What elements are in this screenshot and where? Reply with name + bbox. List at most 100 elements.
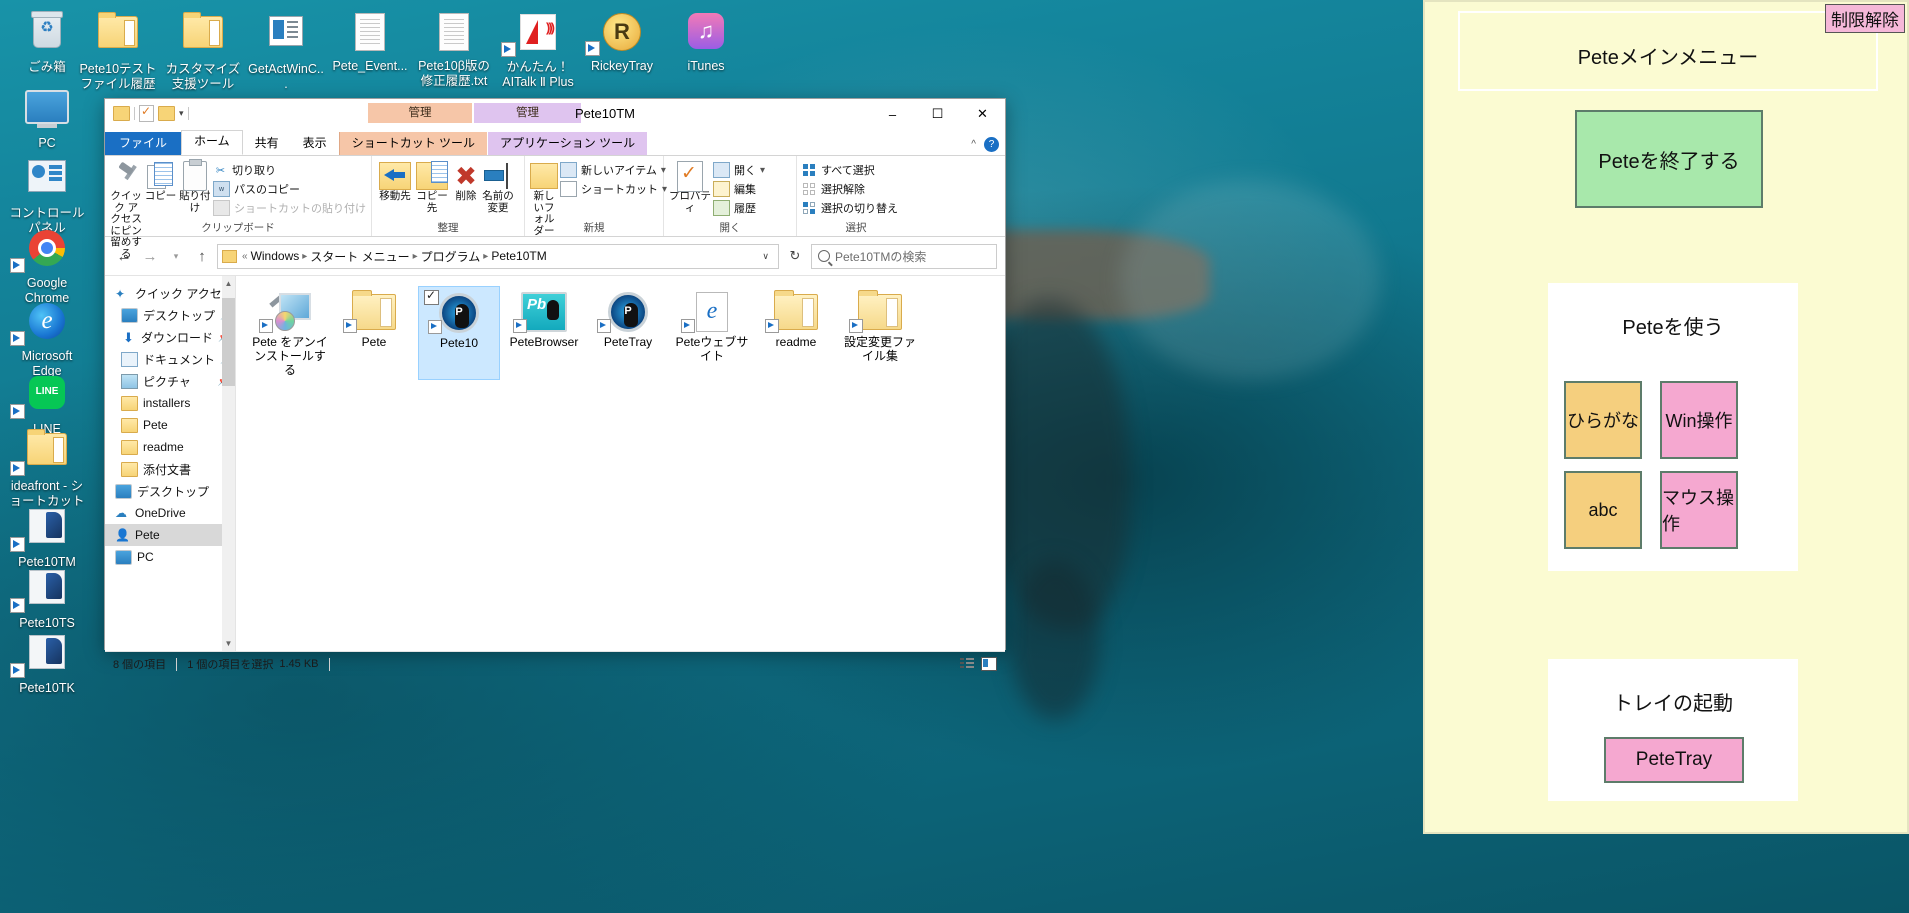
window-controls[interactable]: – ☐ ✕	[870, 99, 1005, 129]
paste-shortcut-button[interactable]: ショートカットの貼り付け	[212, 200, 366, 216]
breadcrumb-item-startmenu[interactable]: スタート メニュー	[310, 248, 409, 265]
open-button[interactable]: 開く ▾	[713, 162, 765, 178]
ribbon[interactable]: クイック アクセスにピン留めする コピー 貼り付け ✂ 切り取り w パスのコピ…	[105, 156, 1005, 259]
tab-share[interactable]: 共有	[243, 132, 291, 155]
view-mode-buttons[interactable]	[959, 657, 997, 671]
properties-button[interactable]: プロパティ	[669, 159, 711, 214]
up-button[interactable]: ↑	[191, 245, 213, 267]
nav-item-7[interactable]: readme	[105, 436, 235, 458]
file-item-0[interactable]: Pete をアンインストールする	[250, 286, 330, 380]
rename-button[interactable]: 名前の変更	[481, 159, 515, 214]
qat-folder-icon[interactable]	[113, 105, 130, 121]
navigation-pane[interactable]: ✦クイック アクセスデスクトップ📌⬇ダウンロード📌ドキュメント📌ピクチャ📌 ins…	[105, 276, 236, 651]
desktop-icon-3[interactable]: GetActWinC...	[247, 8, 325, 91]
file-item-4[interactable]: P PeteTray	[588, 286, 668, 380]
nav-item-2[interactable]: ⬇ダウンロード📌	[105, 326, 235, 348]
navigation-scrollbar[interactable]: ▲ ▼	[222, 276, 235, 651]
desktop-icon-0[interactable]: ごみ箱	[8, 8, 86, 75]
copy-button[interactable]: コピー	[144, 159, 176, 203]
window-title-bar[interactable]: 管理 管理 ▾ Pete10TM – ☐ ✕	[105, 99, 1005, 131]
nav-item-8[interactable]: 添付文書	[105, 458, 235, 480]
address-bar[interactable]: « Windows ▸ スタート メニュー ▸ プログラム ▸ Pete10TM…	[217, 243, 779, 269]
navigation-list[interactable]: ✦クイック アクセスデスクトップ📌⬇ダウンロード📌ドキュメント📌ピクチャ📌 ins…	[105, 276, 235, 568]
delete-button[interactable]: ✖ 削除	[451, 159, 481, 203]
quick-access-toolbar[interactable]: ▾	[113, 103, 189, 123]
search-box[interactable]: Pete10TMの検索	[811, 243, 997, 269]
nav-item-0[interactable]: ✦ クイック アクセス	[105, 282, 235, 304]
select-none-button[interactable]: 選択解除	[802, 181, 898, 197]
file-item-3[interactable]: Pb PeteBrowser	[504, 286, 584, 380]
edit-button[interactable]: 編集	[713, 181, 765, 197]
new-item-button[interactable]: 新しいアイテム ▾	[560, 162, 667, 178]
qat-chevron-down-icon[interactable]: ▾	[179, 108, 184, 119]
breadcrumb[interactable]: « Windows ▸ スタート メニュー ▸ プログラム ▸ Pete10TM	[242, 248, 757, 265]
select-all-button[interactable]: すべて選択	[802, 162, 898, 178]
nav-item-9[interactable]: デスクトップ	[105, 480, 235, 502]
chevron-down-icon-open[interactable]: ▾	[760, 165, 765, 176]
history-button[interactable]: 履歴	[713, 200, 765, 216]
tab-home[interactable]: ホーム	[181, 130, 243, 155]
nav-item-1[interactable]: デスクトップ📌	[105, 304, 235, 326]
desktop-icon-2[interactable]: カスタマイズ支援ツール	[164, 8, 242, 91]
help-icon[interactable]: ?	[984, 137, 999, 152]
desktop-icon-17[interactable]: Pete10TK	[8, 628, 86, 696]
cut-button[interactable]: ✂ 切り取り	[213, 162, 366, 178]
qat-properties-icon[interactable]	[139, 104, 154, 122]
maximize-button[interactable]: ☐	[915, 99, 960, 129]
file-item-6[interactable]: readme	[756, 286, 836, 380]
unlock-restriction-button[interactable]: 制限解除	[1825, 4, 1905, 33]
scroll-up-icon[interactable]: ▲	[222, 276, 235, 291]
shortcut-button[interactable]: ショートカット ▾	[560, 181, 667, 197]
pete-main-menu-panel[interactable]: Peteメインメニュー 制限解除 Peteを終了する Peteを使う ひらがな …	[1423, 0, 1909, 834]
file-item-7[interactable]: 設定変更ファイル集	[840, 286, 920, 380]
desktop-icon-1[interactable]: Pete10テストファイル履歴	[79, 8, 157, 91]
address-chevron-down-icon[interactable]: ∨	[757, 251, 774, 262]
collapse-ribbon-icon[interactable]: ^	[971, 139, 976, 150]
copy-to-button[interactable]: コピー先	[413, 159, 451, 214]
win-operation-button[interactable]: Win操作	[1660, 381, 1738, 459]
paste-button[interactable]: 貼り付け	[179, 159, 211, 214]
desktop-icon-8[interactable]: iTunes	[667, 8, 745, 74]
file-item-5[interactable]: Peteウェブサイト	[672, 286, 752, 380]
nav-item-5[interactable]: installers	[105, 392, 235, 414]
abc-button[interactable]: abc	[1564, 471, 1642, 549]
desktop-icon-7[interactable]: RickeyTray	[583, 8, 661, 74]
scrollbar-thumb[interactable]	[222, 298, 235, 386]
tab-shortcut-tools[interactable]: ショートカット ツール	[338, 132, 488, 155]
breadcrumb-item-windows[interactable]: Windows	[251, 249, 300, 263]
close-button[interactable]: ✕	[960, 99, 1005, 129]
file-item-2[interactable]: PPete10	[418, 286, 500, 380]
quit-pete-button[interactable]: Peteを終了する	[1575, 110, 1763, 208]
breadcrumb-item-programs[interactable]: プログラム	[421, 248, 481, 265]
desktop-icon-12[interactable]: Microsoft Edge	[8, 298, 86, 378]
mouse-operation-button[interactable]: マウス操作	[1660, 471, 1738, 549]
tab-view[interactable]: 表示	[291, 132, 339, 155]
nav-item-10[interactable]: ☁ OneDrive	[105, 502, 235, 524]
desktop-icon-9[interactable]: PC	[8, 82, 86, 151]
desktop-icon-4[interactable]: Pete_Event...	[331, 8, 409, 74]
qat-new-folder-icon[interactable]	[158, 105, 175, 121]
breadcrumb-item-pete10tm[interactable]: Pete10TM	[491, 249, 546, 263]
minimize-button[interactable]: –	[870, 99, 915, 129]
scroll-down-icon[interactable]: ▼	[222, 636, 235, 651]
tab-file[interactable]: ファイル	[105, 132, 182, 155]
desktop-icon-14[interactable]: ideafront - ショートカット	[8, 425, 86, 508]
petetray-launch-button[interactable]: PeteTray	[1604, 737, 1744, 783]
refresh-icon[interactable]: ↻	[783, 245, 807, 268]
desktop-icon-6[interactable]: かんたん！AITalk Ⅱ Plus	[499, 8, 577, 89]
invert-selection-button[interactable]: 選択の切り替え	[802, 200, 898, 216]
move-to-button[interactable]: 移動先	[377, 159, 413, 203]
nav-item-3[interactable]: ドキュメント📌	[105, 348, 235, 370]
ribbon-controls[interactable]: ^ ?	[971, 137, 999, 152]
nav-item-4[interactable]: ピクチャ📌	[105, 370, 235, 392]
pin-to-quick-access-button[interactable]: クイック アクセスにピン留めする	[110, 159, 142, 260]
details-view-button[interactable]	[959, 657, 975, 671]
tab-application-tools[interactable]: アプリケーション ツール	[487, 132, 648, 155]
large-icons-view-button[interactable]	[981, 657, 997, 671]
desktop-icon-10[interactable]: コントロール パネル	[8, 152, 86, 235]
recent-locations-icon[interactable]: ▾	[165, 245, 187, 267]
address-bar-row[interactable]: ← → ▾ ↑ « Windows ▸ スタート メニュー ▸ プログラム ▸ …	[105, 237, 1005, 275]
copy-path-button[interactable]: w パスのコピー	[212, 181, 366, 197]
desktop-icon-11[interactable]: Google Chrome	[8, 225, 86, 305]
nav-item-6[interactable]: Pete	[105, 414, 235, 436]
